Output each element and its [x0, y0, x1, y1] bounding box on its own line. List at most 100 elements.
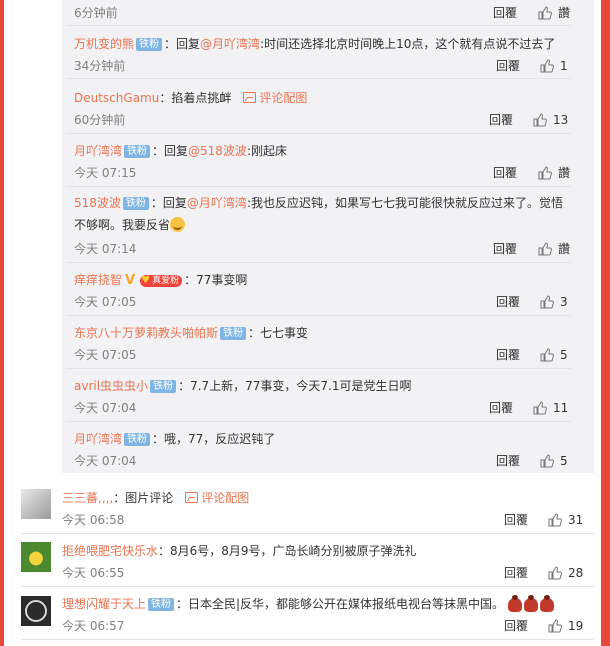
- divider: [21, 639, 594, 640]
- reply-button[interactable]: 回覆: [496, 346, 520, 364]
- like-button[interactable]: 讚: [538, 240, 570, 258]
- like-count: 3: [560, 295, 568, 309]
- laugh-cry-emoji-icon: [170, 217, 186, 232]
- like-button[interactable]: 31: [548, 511, 583, 529]
- thumb-up-icon: [538, 242, 552, 256]
- like-count: 28: [568, 566, 584, 580]
- mention-link[interactable]: @月吖湾湾: [200, 37, 260, 51]
- reply-body: :时间还选择北京时间晚上10点，这个就有点说不过去了: [260, 37, 556, 51]
- pic-comment-link[interactable]: 评论配图: [185, 491, 249, 505]
- thumb-up-icon: [540, 295, 554, 309]
- reply-body: ：7.7上新，77事变，今天7.1可是党生日啊: [178, 379, 412, 393]
- avatar[interactable]: [21, 489, 51, 519]
- reply-time: 今天 07:05: [74, 295, 137, 309]
- comment-time: 今天 06:55: [62, 566, 125, 580]
- reply-time: 今天 07:05: [74, 348, 137, 362]
- username-link[interactable]: 月吖湾湾: [74, 144, 122, 158]
- reply-time: 今天 07:15: [74, 166, 137, 180]
- like-button[interactable]: 11: [533, 399, 568, 417]
- reply-button[interactable]: 回覆: [489, 111, 513, 129]
- reply-time: 今天 07:04: [74, 401, 137, 415]
- reply-button[interactable]: 回覆: [504, 511, 528, 529]
- reply-time: 今天 07:04: [74, 454, 137, 468]
- like-button[interactable]: 1: [540, 57, 568, 75]
- username-link[interactable]: 拒绝喂肥宅快乐水: [62, 544, 158, 558]
- username-link[interactable]: 月吖湾湾: [74, 432, 122, 446]
- fan-badge: 铁粉: [122, 197, 149, 210]
- like-button[interactable]: 28: [548, 564, 583, 582]
- username-link[interactable]: 三三蕃,,,,: [62, 491, 113, 505]
- reply-text-line: 518波波 铁粉 ：回复@月吖湾湾:我也反应迟钝，如果写七七我可能很快就反应过来了。…: [74, 194, 563, 212]
- avatar[interactable]: [21, 596, 51, 626]
- comment-body: ：图片评论: [113, 491, 174, 505]
- like-count: 1: [560, 59, 568, 73]
- reply-button[interactable]: 回覆: [493, 4, 517, 22]
- mention-link[interactable]: @518波波: [188, 144, 247, 158]
- like-count: 讚: [558, 166, 571, 180]
- divider: [66, 186, 571, 187]
- reply-button[interactable]: 回覆: [493, 164, 517, 182]
- reply-time: 60分钟前: [74, 113, 126, 127]
- thumb-up-icon: [540, 454, 554, 468]
- username-link[interactable]: 东京八十万萝莉教头啪帕斯: [74, 326, 218, 340]
- divider: [21, 586, 594, 587]
- like-count: 19: [568, 619, 584, 633]
- reply-button[interactable]: 回覆: [489, 399, 513, 417]
- like-button[interactable]: 19: [548, 617, 583, 635]
- reply-button[interactable]: 回覆: [496, 293, 520, 311]
- username-link[interactable]: avril虫虫虫小: [74, 379, 148, 393]
- fan-badge: 铁粉: [124, 145, 151, 158]
- fan-badge: 铁粉: [148, 598, 175, 611]
- username-link[interactable]: 518波波: [74, 196, 121, 210]
- pic-comment-link[interactable]: 评论配图: [243, 91, 307, 105]
- reply-button[interactable]: 回覆: [496, 452, 520, 470]
- like-button[interactable]: 13: [533, 111, 568, 129]
- reply-body: ：77事变啊: [184, 273, 248, 287]
- reply-text-line: 痒痒挠智 V ♥ 真爱粉 ：77事变啊: [74, 271, 247, 290]
- reply-text-line: DeutschGamu：掐着点挑衅 评论配图: [74, 89, 307, 107]
- reply-prefix: ：回复: [152, 144, 189, 158]
- comment-body: ：8月6号，8月9号，广岛长崎分别被原子弹洗礼: [158, 544, 417, 558]
- comment-area: 6分钟前 回覆 讚 万机变的熊 铁粉 ：回复@月吖湾湾:时间还选择北京时间晚上10点…: [4, 0, 601, 646]
- divider: [66, 315, 571, 316]
- mention-link[interactable]: @月吖湾湾: [187, 196, 247, 210]
- thumb-up-icon: [540, 59, 554, 73]
- reply-text-line: avril虫虫虫小 铁粉 ：7.7上新，77事变，今天7.1可是党生日啊: [74, 377, 412, 395]
- comment-text-line: 理想闪耀于天上 铁粉 ：日本全民|反华，都能够公开在媒体报纸电视台等抹黑中国。: [62, 595, 556, 617]
- username-link[interactable]: 痒痒挠智: [74, 273, 122, 287]
- reply-body: ：掐着点挑衅: [159, 91, 232, 105]
- reply-body: ：七七事变: [248, 326, 309, 340]
- reply-button[interactable]: 回覆: [504, 564, 528, 582]
- reply-prefix: ：回复: [150, 196, 187, 210]
- comment-body: ：日本全民|反华，都能够公开在媒体报纸电视台等抹黑中国。: [176, 597, 505, 611]
- username-link[interactable]: 万机变的熊: [74, 37, 134, 51]
- username-link[interactable]: DeutschGamu: [74, 91, 159, 105]
- reply-button[interactable]: 回覆: [504, 617, 528, 635]
- divider: [66, 262, 571, 263]
- divider: [66, 133, 571, 134]
- thumb-up-icon: [538, 166, 552, 180]
- reply-text-line-2: 不够啊。我要反省: [74, 216, 186, 234]
- verified-v-icon: V: [125, 273, 136, 288]
- like-count: 讚: [558, 6, 571, 20]
- image-icon: [185, 492, 199, 503]
- image-icon: [243, 92, 257, 103]
- comment-time: 今天 06:58: [62, 513, 125, 527]
- thumb-up-icon: [548, 513, 562, 527]
- pic-comment-label: 评论配图: [259, 91, 308, 105]
- reply-prefix: ：回复: [164, 37, 201, 51]
- reply-time: 6分钟前: [74, 6, 118, 20]
- username-link[interactable]: 理想闪耀于天上: [62, 597, 146, 611]
- reply-text-line: 月吖湾湾 铁粉 ：哦，77，反应迟钝了: [74, 430, 275, 448]
- fan-badge: 铁粉: [136, 38, 163, 51]
- reply-button[interactable]: 回覆: [496, 57, 520, 75]
- like-button[interactable]: 讚: [538, 4, 570, 22]
- reply-button[interactable]: 回覆: [493, 240, 517, 258]
- like-button[interactable]: 讚: [538, 164, 570, 182]
- avatar[interactable]: [21, 542, 51, 572]
- like-button[interactable]: 5: [540, 452, 568, 470]
- like-count: 13: [553, 113, 569, 127]
- like-button[interactable]: 5: [540, 346, 568, 364]
- like-button[interactable]: 3: [540, 293, 568, 311]
- like-count: 31: [568, 513, 584, 527]
